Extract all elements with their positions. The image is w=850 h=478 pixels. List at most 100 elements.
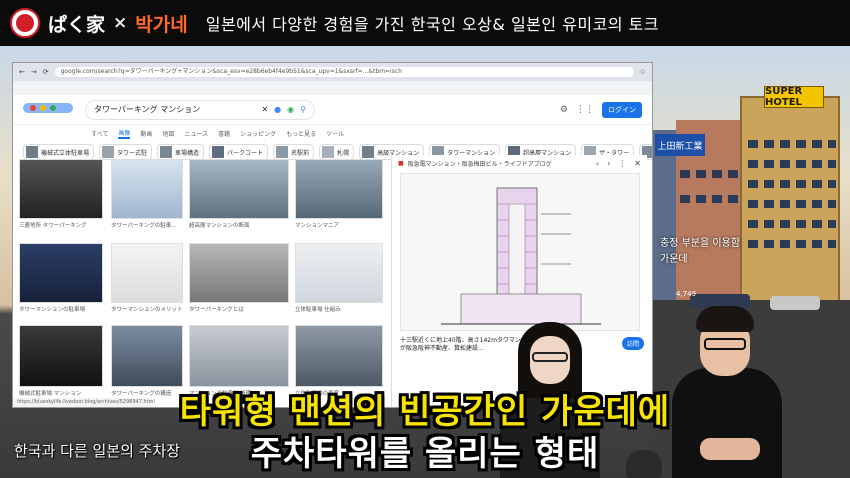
- brand-name-jp: ぱく家: [48, 13, 106, 36]
- result-thumbnail[interactable]: [189, 159, 289, 219]
- search-query: タワーパーキング マンション: [94, 105, 201, 114]
- chip-label: 名駅前: [291, 149, 310, 157]
- search-tab[interactable]: ツール: [326, 129, 344, 138]
- search-tab[interactable]: 動画: [140, 129, 152, 138]
- man-hair: [696, 306, 754, 332]
- search-header: タワーパーキング マンション ✕ ● ◉ ⚲ ⚙ ⋮⋮ ログイン: [13, 95, 652, 125]
- header-actions: ⚙ ⋮⋮ ログイン: [560, 101, 642, 118]
- banner-tagline: 일본에서 다양한 경험을 가진 한국인 오상& 일본인 유미코의 토크: [205, 15, 660, 34]
- result-caption[interactable]: 立体駐車場 仕組み: [295, 305, 383, 313]
- search-tab[interactable]: ショッピング: [240, 129, 276, 138]
- forward-icon[interactable]: →: [31, 68, 37, 76]
- filter-chip[interactable]: 名駅前: [273, 144, 315, 160]
- result-caption[interactable]: 三菱地所 タワーパーキング: [19, 221, 103, 229]
- chip-thumbnail: [276, 146, 289, 158]
- close-icon[interactable]: ✕: [634, 159, 641, 168]
- chip-thumbnail: [212, 146, 225, 158]
- search-icon[interactable]: ⚲: [300, 105, 306, 114]
- result-thumbnail[interactable]: [111, 159, 183, 219]
- search-tabs: すべて 画像 動画 地図 ニュース 書籍 ショッピング もっと見る ツール: [13, 125, 652, 141]
- number-plate: 4,749: [676, 290, 697, 298]
- preview-image-tower-diagram[interactable]: [400, 173, 640, 331]
- login-button[interactable]: ログイン: [602, 101, 642, 118]
- chip-label: タワー式駐: [117, 149, 148, 157]
- filter-chip[interactable]: パークコート: [209, 144, 269, 160]
- brand-separator: ×: [113, 13, 128, 33]
- result-thumbnail[interactable]: [111, 243, 183, 303]
- search-tab[interactable]: もっと見る: [286, 129, 316, 138]
- result-caption[interactable]: タワーパーキングとは: [189, 305, 289, 313]
- glasses: [704, 338, 746, 350]
- chip-thumbnail: [160, 146, 173, 158]
- filter-chip[interactable]: タワー式駐: [99, 144, 153, 160]
- result-thumbnail[interactable]: [19, 159, 103, 219]
- result-caption[interactable]: 超高層マンションの断面: [189, 221, 289, 229]
- hotel-sign: SUPER HOTEL: [764, 86, 824, 108]
- browser-tab-bar: ← → ⟳ google.com/search?q=タワーパーキング+マンション…: [13, 63, 652, 81]
- shop-sign: 上田新工業: [655, 134, 705, 156]
- source-favicon-icon: ■: [398, 159, 404, 167]
- back-icon[interactable]: ←: [19, 68, 25, 76]
- windows: [748, 220, 836, 228]
- windows: [748, 140, 836, 148]
- search-tab[interactable]: 地図: [162, 129, 174, 138]
- chip-label: 札幌: [337, 149, 350, 157]
- chip-thumbnail: [102, 146, 115, 158]
- search-tab[interactable]: すべて: [91, 129, 108, 138]
- result-thumbnail[interactable]: [189, 325, 289, 387]
- result-caption[interactable]: マンションマニア: [295, 221, 383, 229]
- scene-caption: 충정 부분을 이용함 가운데: [660, 236, 760, 268]
- google-logo[interactable]: [23, 100, 75, 120]
- filter-chip[interactable]: 車場構造: [157, 144, 205, 160]
- more-icon[interactable]: ⋮: [618, 159, 626, 168]
- reload-icon[interactable]: ⟳: [43, 68, 49, 76]
- clear-icon[interactable]: ✕: [261, 105, 268, 114]
- prev-icon[interactable]: ‹: [596, 159, 599, 168]
- windows: [748, 240, 836, 248]
- result-thumbnail[interactable]: [295, 159, 383, 219]
- lens-icon[interactable]: ◉: [287, 105, 294, 114]
- search-tab[interactable]: 画像: [118, 128, 131, 139]
- address-bar[interactable]: google.com/search?q=タワーパーキング+マンション&sca_e…: [54, 67, 634, 77]
- search-tab[interactable]: ニュース: [184, 129, 208, 138]
- bookmarks-bar: [13, 81, 652, 95]
- scene-caption-line-2: 가운데: [660, 254, 688, 265]
- filter-chip[interactable]: 機械式立体駐車場: [23, 144, 95, 160]
- result-thumbnail[interactable]: [295, 243, 383, 303]
- settings-icon[interactable]: ⚙: [560, 105, 568, 115]
- windows: [748, 180, 836, 188]
- car: [770, 296, 820, 310]
- chip-thumbnail: [322, 146, 335, 158]
- filter-chip[interactable]: 札幌: [319, 144, 355, 160]
- preview-header: ■ 阪急電マンション・阪急梅田ビル・ライフドアブログ ‹ › ⋮ ✕: [392, 155, 647, 171]
- channel-logo: [10, 8, 40, 38]
- result-caption[interactable]: タワーマンションの駐車場: [19, 305, 103, 313]
- search-tab[interactable]: 書籍: [218, 129, 230, 138]
- result-caption[interactable]: タワーパーキングの駐車...: [111, 221, 183, 229]
- glasses: [532, 352, 568, 362]
- chip-label: パークコート: [227, 149, 264, 157]
- next-icon[interactable]: ›: [607, 159, 610, 168]
- windows: [680, 195, 740, 203]
- scene-caption-line-1: 충정 부분을 이용함: [660, 238, 740, 249]
- chip-label: 車場構造: [175, 149, 200, 157]
- chip-label: 機械式立体駐車場: [41, 149, 90, 157]
- apps-icon[interactable]: ⋮⋮: [576, 105, 594, 115]
- star-icon[interactable]: ☆: [640, 68, 646, 76]
- result-caption[interactable]: タワーマンションのメリット: [111, 305, 183, 313]
- result-thumbnail[interactable]: [295, 325, 383, 387]
- channel-banner: ぱく家 × 박가네 일본에서 다양한 경험을 가진 한국인 오상& 일본인 유미…: [0, 0, 850, 46]
- chip-thumbnail: [26, 146, 38, 158]
- preview-source[interactable]: 阪急電マンション・阪急梅田ビル・ライフドアブログ: [408, 159, 552, 168]
- chip-thumbnail: [362, 146, 375, 158]
- result-thumbnail[interactable]: [19, 243, 103, 303]
- search-input[interactable]: タワーパーキング マンション ✕ ● ◉ ⚲: [85, 99, 315, 120]
- visit-button[interactable]: 訪問: [622, 337, 645, 350]
- windows: [748, 200, 836, 208]
- result-thumbnail[interactable]: [189, 243, 289, 303]
- mic-icon[interactable]: ●: [274, 105, 281, 114]
- result-thumbnail[interactable]: [19, 325, 103, 387]
- brand-name-kr: 박가네: [135, 13, 188, 36]
- result-thumbnail[interactable]: [111, 325, 183, 387]
- segment-title: 한국과 다른 일본의 주차장: [14, 442, 181, 460]
